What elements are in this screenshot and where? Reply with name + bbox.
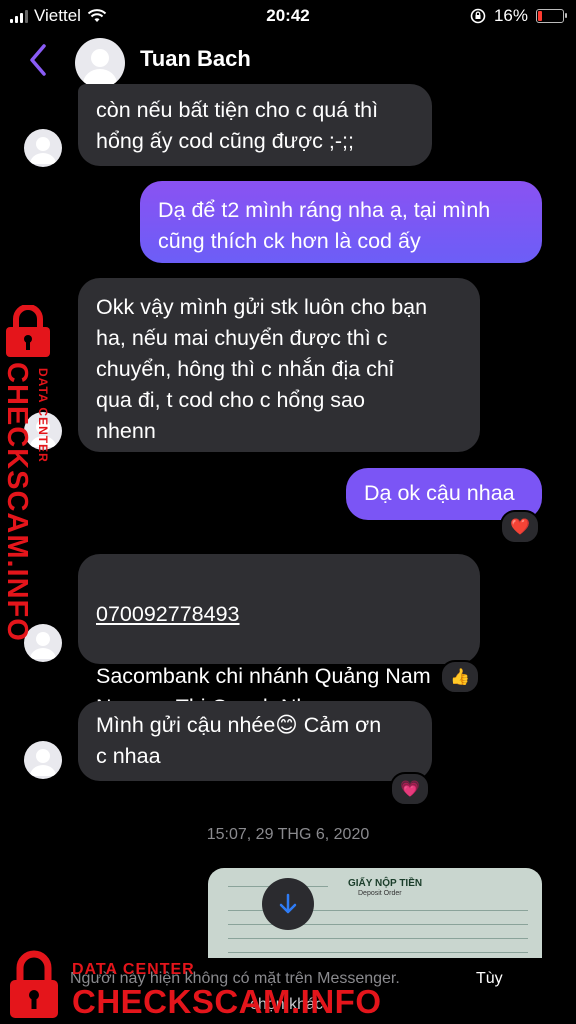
lock-icon bbox=[10, 950, 58, 1018]
account-number-link[interactable]: 070092778493 bbox=[96, 599, 462, 630]
message-bubble-incoming[interactable]: còn nếu bất tiện cho c quá thì hổng ấy c… bbox=[78, 84, 432, 166]
watermark-text: CHECKSCAM.INFO bbox=[1, 362, 33, 642]
message-bubble-incoming[interactable]: Mình gửi cậu nhée😊 Cảm ơn c nhaa bbox=[78, 701, 432, 781]
image-attachment[interactable]: GIẤY NỘP TIỀN Deposit Order bbox=[208, 868, 542, 958]
options-button[interactable]: Tùy bbox=[476, 970, 503, 988]
message-bubble-incoming[interactable]: Okk vậy mình gửi stk luôn cho bạn ha, nế… bbox=[78, 278, 480, 452]
lock-icon bbox=[6, 305, 50, 357]
lock-rotation-icon bbox=[470, 8, 486, 24]
watermark-text: CHECKSCAM.INFO bbox=[72, 983, 382, 1020]
reaction-heart[interactable]: ❤️ bbox=[500, 510, 540, 544]
scroll-down-icon bbox=[279, 893, 297, 914]
watermark-subtext: DATA CENTER bbox=[72, 961, 195, 978]
battery-percent: 16% bbox=[493, 6, 528, 25]
message-bubble-outgoing[interactable]: Dạ để t2 mình ráng nha ạ, tại mình cũng … bbox=[140, 181, 542, 263]
contact-name[interactable]: Tuan Bach bbox=[140, 46, 251, 72]
avatar-icon[interactable] bbox=[75, 38, 125, 88]
avatar-icon[interactable] bbox=[24, 129, 62, 167]
message-bubble-incoming[interactable]: 070092778493 Sacombank chi nhánh Quảng N… bbox=[78, 554, 480, 719]
conversation-header: Tuan Bach bbox=[0, 30, 576, 90]
reaction-heart[interactable]: 💗 bbox=[390, 772, 430, 806]
status-bar: Viettel 20:42 16% bbox=[0, 0, 576, 30]
back-chevron-icon[interactable] bbox=[26, 40, 50, 80]
reaction-thumbs-up[interactable]: 👍 bbox=[440, 660, 480, 694]
scroll-down-button[interactable] bbox=[262, 878, 314, 930]
watermark-subtext: DATA CENTER bbox=[36, 368, 50, 463]
avatar-icon[interactable] bbox=[24, 741, 62, 779]
message-timestamp: 15:07, 29 THG 6, 2020 bbox=[206, 826, 370, 843]
image-subtitle: Deposit Order bbox=[358, 890, 402, 897]
image-title: GIẤY NỘP TIỀN bbox=[348, 878, 423, 889]
battery-icon bbox=[536, 9, 567, 23]
